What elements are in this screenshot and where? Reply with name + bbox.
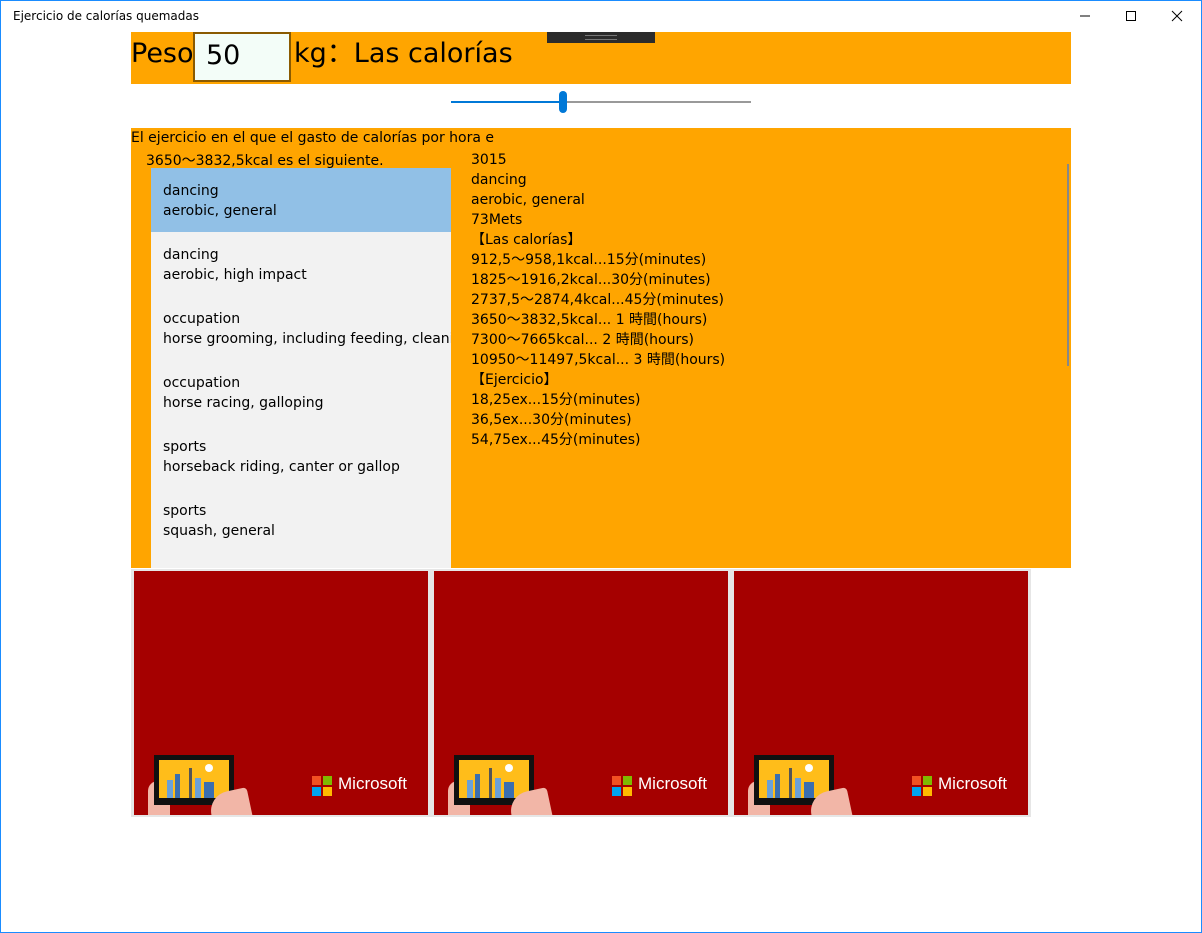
list-item[interactable]: dancing aerobic, high impact [151, 232, 451, 296]
city-skyline-icon [467, 764, 514, 798]
exercise-category: occupation [163, 375, 241, 391]
unit-calories-label: kg：Las calorías [294, 38, 513, 69]
detail-line: 1825～1916,2kcal...30分(minutes) [471, 272, 711, 288]
window-title: Ejercicio de calorías quemadas [13, 9, 199, 23]
ad-banner[interactable]: Microsoft [434, 571, 728, 815]
slider-thumb[interactable] [559, 91, 567, 113]
exercise-category: sports [163, 439, 207, 455]
slider-fill [451, 101, 559, 103]
close-button[interactable] [1154, 1, 1200, 31]
detail-line: 912,5～958,1kcal...15分(minutes) [471, 252, 707, 268]
microsoft-logo-icon [912, 776, 932, 796]
close-icon [1171, 10, 1183, 22]
ad-brand-text: Microsoft [938, 774, 1007, 793]
maximize-button[interactable] [1108, 1, 1154, 31]
detail-scrollbar[interactable] [1067, 164, 1069, 366]
detail-line: 10950～11497,5kcal... 3 時間(hours) [471, 352, 726, 368]
drag-handle[interactable] [547, 32, 655, 43]
exercise-category: sports [163, 503, 207, 519]
exercise-list[interactable]: dancing aerobic, general dancing aerobic, h… [151, 168, 451, 568]
description-line-1: El ejercicio en el que el gasto de calor… [131, 130, 495, 146]
title-bar: Ejercicio de calorías quemadas [1, 1, 1201, 31]
exercise-activity: aerobic, general [163, 203, 277, 219]
results-panel: El ejercicio en el que el gasto de calor… [131, 128, 1071, 568]
microsoft-logo-icon [312, 776, 332, 796]
exercise-activity: horse racing, galloping [163, 395, 324, 411]
tablet-screen-icon [459, 760, 529, 798]
exercise-activity: horse grooming, including feeding, clean… [163, 331, 451, 347]
detail-line: 2737,5～2874,4kcal...45分(minutes) [471, 292, 725, 308]
ad-brand-text: Microsoft [638, 774, 707, 793]
detail-line: 73Mets [471, 212, 523, 228]
exercise-category: dancing [163, 247, 219, 263]
list-item[interactable]: sports squash, general [151, 488, 451, 552]
exercise-activity: squash, general [163, 523, 275, 539]
weight-input[interactable]: 50 [193, 32, 291, 82]
weight-label: Peso [131, 38, 194, 69]
detail-line: 3015 [471, 152, 507, 168]
detail-line: 3650～3832,5kcal... 1 時間(hours) [471, 312, 708, 328]
minimize-icon [1080, 15, 1090, 17]
detail-line: 18,25ex...15分(minutes) [471, 392, 641, 408]
exercise-activity: horseback riding, canter or gallop [163, 459, 400, 475]
detail-line: 【Las calorías】 [471, 232, 582, 248]
detail-line: 54,75ex...45分(minutes) [471, 432, 641, 448]
detail-line: 【Ejercicio】 [471, 372, 558, 388]
exercise-detail: 3015 dancing aerobic, general 73Mets 【Las ca… [471, 150, 725, 450]
detail-line: 7300～7665kcal... 2 時間(hours) [471, 332, 694, 348]
tablet-screen-icon [759, 760, 829, 798]
city-skyline-icon [167, 764, 214, 798]
tablet-screen-icon [159, 760, 229, 798]
list-item[interactable]: occupation horse grooming, including feed… [151, 296, 451, 360]
list-item[interactable]: sports horseback riding, canter or gallop [151, 424, 451, 488]
detail-line: aerobic, general [471, 192, 585, 208]
ad-banner[interactable]: Microsoft [134, 571, 428, 815]
microsoft-logo-icon [612, 776, 632, 796]
weight-slider[interactable] [451, 90, 751, 114]
city-skyline-icon [767, 764, 814, 798]
list-item[interactable]: occupation horse racing, galloping [151, 360, 451, 424]
list-item[interactable]: dancing aerobic, general [151, 168, 451, 232]
maximize-icon [1126, 11, 1136, 21]
exercise-category: dancing [163, 183, 219, 199]
detail-line: 36,5ex...30分(minutes) [471, 412, 632, 428]
ad-brand-text: Microsoft [338, 774, 407, 793]
ad-banner-strip: Microsoft Microsoft Microsoft [131, 569, 1031, 817]
slider-track [567, 101, 751, 103]
exercise-category: occupation [163, 311, 241, 327]
detail-line: dancing [471, 172, 527, 188]
ad-banner[interactable]: Microsoft [734, 571, 1028, 815]
description-line-2: 3650～3832,5kcal es el siguiente. [146, 153, 384, 169]
minimize-button[interactable] [1062, 1, 1108, 31]
exercise-activity: aerobic, high impact [163, 267, 307, 283]
